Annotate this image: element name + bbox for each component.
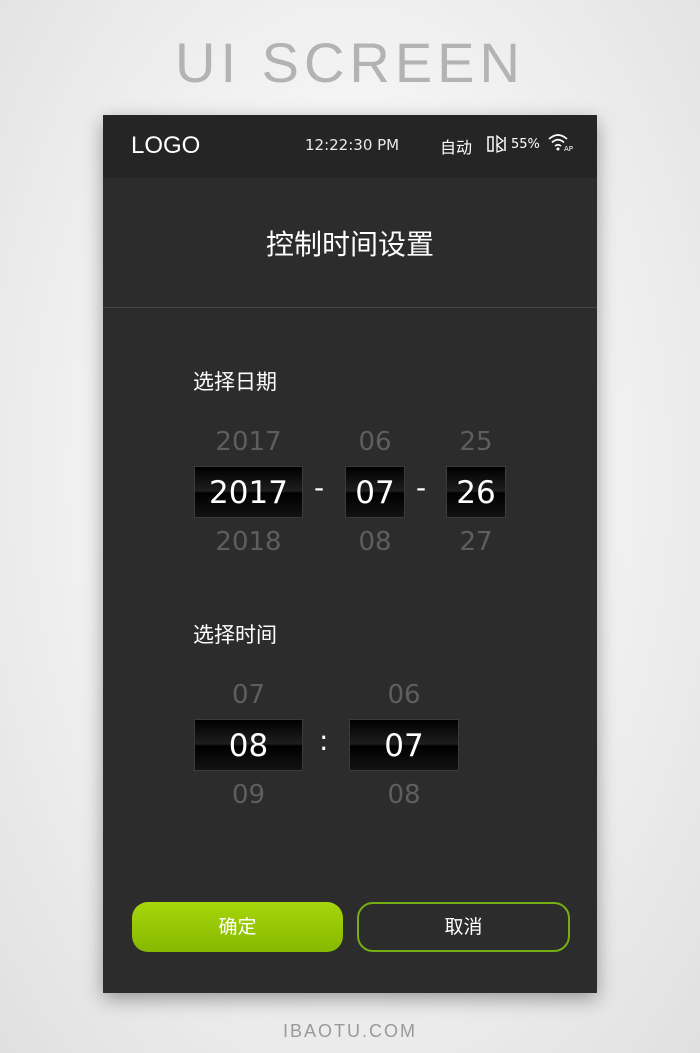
year-prev[interactable]: 2017 [194, 418, 303, 466]
battery-percent: 55% [511, 136, 540, 152]
status-mode: 自动 [440, 138, 473, 157]
month-next[interactable]: 08 [345, 518, 405, 566]
minute-picker[interactable]: 06 07 08 [349, 671, 459, 819]
wifi-status: AP [547, 133, 573, 155]
status-bar: LOGO 12:22:30 PM 自动 55% AP [103, 115, 597, 178]
year-selected[interactable]: 2017 [194, 466, 303, 518]
hour-next[interactable]: 09 [194, 771, 303, 819]
year-next[interactable]: 2018 [194, 518, 303, 566]
phone-screen: LOGO 12:22:30 PM 自动 55% AP 控制时间设置 选择日期 2… [103, 115, 597, 993]
month-picker[interactable]: 06 07 08 [345, 418, 405, 566]
date-separator-1: - [314, 471, 325, 504]
banner-title: UI SCREEN [175, 31, 525, 94]
hour-selected[interactable]: 08 [194, 719, 303, 771]
day-selected[interactable]: 26 [446, 466, 506, 518]
battery-icon [487, 135, 506, 153]
wifi-ap-label: AP [564, 145, 574, 153]
day-picker[interactable]: 25 26 27 [446, 418, 506, 566]
logo: LOGO [131, 132, 201, 159]
time-section-label: 选择时间 [193, 623, 277, 647]
month-prev[interactable]: 06 [345, 418, 405, 466]
day-prev[interactable]: 25 [446, 418, 506, 466]
month-selected[interactable]: 07 [345, 466, 405, 518]
page-title: 控制时间设置 [265, 228, 434, 261]
hour-prev[interactable]: 07 [194, 671, 303, 719]
status-time: 12:22:30 PM [305, 136, 400, 154]
time-separator: : [319, 724, 329, 757]
minute-prev[interactable]: 06 [349, 671, 459, 719]
hour-picker[interactable]: 07 08 09 [194, 671, 303, 819]
year-picker[interactable]: 2017 2017 2018 [194, 418, 303, 566]
minute-next[interactable]: 08 [349, 771, 459, 819]
title-divider [103, 307, 597, 308]
day-next[interactable]: 27 [446, 518, 506, 566]
footer-watermark: IBAOTU.COM [282, 1021, 417, 1041]
confirm-button[interactable]: 确定 [132, 902, 343, 952]
minute-selected[interactable]: 07 [349, 719, 459, 771]
date-section-label: 选择日期 [193, 370, 277, 394]
battery-status: 55% [487, 135, 540, 153]
cancel-button[interactable]: 取消 [357, 902, 570, 952]
date-separator-2: - [416, 471, 427, 504]
